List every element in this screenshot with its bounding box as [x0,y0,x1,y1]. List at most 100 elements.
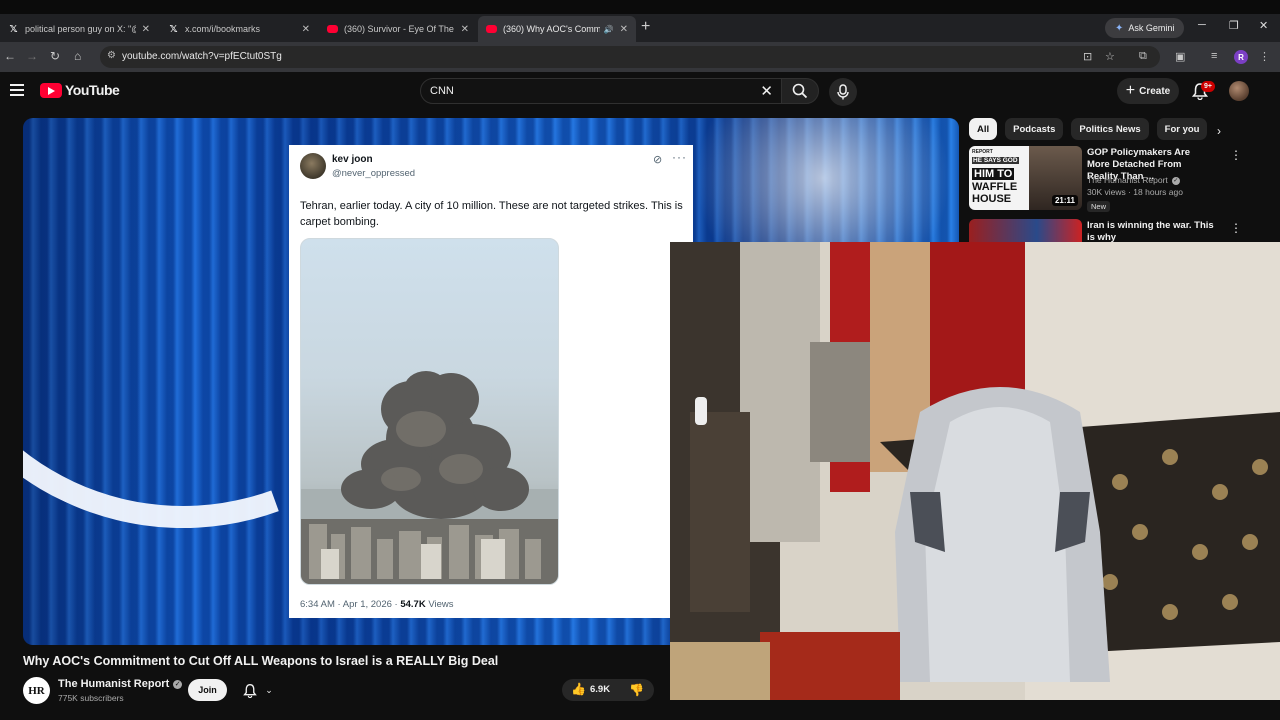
new-badge: New [1087,201,1111,212]
reading-list-icon[interactable]: ≡ [1211,50,1217,62]
voice-search-button[interactable] [829,78,857,106]
tab-title: x.com/i/bookmarks [185,24,261,34]
recommendation-item[interactable]: Iran is winning the war. This is why ⋮ [969,219,1259,242]
thumbnail-text-2: HIM TO [972,168,1015,180]
browser-tab-4[interactable]: (360) Why AOC's Commitm 🔊 ✕ [478,16,636,42]
menu-icon[interactable] [10,84,24,96]
reload-icon[interactable]: ↻ [50,49,60,63]
omnibox[interactable]: ⚙ youtube.com/watch?v=pfECtut0STg [100,46,1160,68]
tweet-card: kev joon @never_oppressed ⊘ ··· Tehran, … [289,145,693,618]
more-vert-icon[interactable]: ⋮ [1230,148,1242,162]
subscription-bell-button[interactable]: ⌄ [234,679,282,701]
more-icon: ··· [672,150,687,164]
tweet-author-name: kev joon [332,154,373,165]
verified-icon: ✓ [1171,176,1180,185]
tweet-meta: 6:34 AM · Apr 1, 2026 · 54.7K Views [300,599,454,610]
channel-name-row[interactable]: The Humanist Report ✓ [58,678,183,690]
filter-chips: All Podcasts Politics News For you [969,118,1215,140]
browser-profile-avatar[interactable]: R [1234,50,1248,64]
tab-title: (360) Survivor - Eye Of The Tig [344,24,455,34]
close-icon[interactable]: ✕ [461,24,469,35]
thumbnail-text-4: HOUSE [972,193,1012,205]
create-button[interactable]: + Create [1117,78,1179,104]
x-icon: 𝕏 [9,23,18,35]
like-dislike-group: 👍 6.9K 👎 [562,679,654,701]
site-info-icon[interactable]: ⚙ [107,50,116,61]
tab-title: (360) Why AOC's Commitm [503,24,600,34]
tweet-avatar [300,153,326,179]
gemini-icon: ✦ [1115,22,1124,34]
maximize-icon[interactable]: ❐ [1229,19,1239,32]
thumbnail-text-3: WAFFLE [972,181,1018,193]
chip-for-you[interactable]: For you [1156,118,1208,140]
close-icon[interactable]: ✕ [142,24,150,35]
chip-all[interactable]: All [969,118,998,140]
chevron-right-icon[interactable]: › [1217,124,1221,138]
search-icon [792,83,808,99]
channel-name[interactable]: The Humanist Report [58,678,169,690]
recommendation-channel-row: The Humanist Report ✓ [1087,175,1180,185]
search-input[interactable]: CNN ✕ [420,78,782,104]
ask-gemini-label: Ask Gemini [1128,23,1175,33]
youtube-logo[interactable]: YouTube [40,82,120,98]
channel-avatar[interactable]: HR [23,677,50,704]
recommendation-thumbnail[interactable]: REPORT HE SAYS GOD HIM TO WAFFLE HOUSE 2… [969,146,1082,210]
search-query[interactable]: CNN [430,85,454,97]
notifications-badge: 9+ [1201,81,1215,92]
dislike-icon[interactable]: 👎 [629,683,644,697]
tweet-views-count: 54.7K [400,599,426,610]
thumbnail-tag: REPORT [972,149,993,155]
bookmark-star-icon[interactable]: ☆ [1105,50,1115,63]
recommendation-thumbnail[interactable] [969,219,1082,242]
create-label: Create [1139,85,1171,97]
like-icon[interactable]: 👍 [571,682,586,696]
recommendation-channel[interactable]: The Humanist Report [1087,175,1168,185]
chip-politics-news[interactable]: Politics News [1071,118,1149,140]
like-count[interactable]: 6.9K [590,684,610,695]
youtube-icon [486,25,497,33]
tweet-photo [300,238,559,585]
verified-icon: ✓ [173,679,183,689]
url-text[interactable]: youtube.com/watch?v=pfECtut0STg [122,51,282,62]
grok-icon: ⊘ [653,154,663,166]
speaker-icon[interactable]: 🔊 [604,25,614,34]
youtube-header: YouTube CNN ✕ + Create 9+ [0,72,1280,112]
plus-icon: + [1125,82,1136,99]
chevron-down-icon: ⌄ [265,684,273,695]
tweet-text: Tehran, earlier today. A city of 10 mill… [300,200,683,228]
chip-podcasts[interactable]: Podcasts [1005,118,1064,140]
address-bar-row: ← → ↻ ⌂ ⚙ youtube.com/watch?v=pfECtut0ST… [0,42,1280,72]
subscriber-count: 775K subscribers [58,693,124,703]
recommendation-title[interactable]: Iran is winning the war. This is why [1087,220,1215,242]
account-avatar[interactable] [1229,81,1249,101]
close-icon[interactable]: ✕ [302,24,310,35]
side-panel-icon[interactable]: ▣ [1175,50,1185,63]
back-icon[interactable]: ← [4,49,16,63]
forward-icon[interactable]: → [26,49,38,63]
video-title: Why AOC's Commitment to Cut Off ALL Weap… [23,654,499,668]
ask-gemini-button[interactable]: ✦ Ask Gemini [1105,18,1185,38]
bell-icon [243,683,258,698]
extensions-icon[interactable]: ⧉ [1139,50,1147,63]
browser-menu-icon[interactable]: ⋮ [1259,50,1270,63]
new-tab-button[interactable]: + [641,18,650,36]
video-duration: 21:11 [1051,195,1078,206]
home-icon[interactable]: ⌂ [74,49,81,63]
install-app-icon[interactable]: ⊡ [1083,50,1092,63]
search-button[interactable] [781,78,819,104]
tweet-author-handle: @never_oppressed [332,168,416,179]
more-vert-icon[interactable]: ⋮ [1230,221,1242,235]
webcam-room-scene [670,242,1280,700]
webcam-overlay [670,242,1280,700]
browser-tab-3[interactable]: (360) Survivor - Eye Of The Tig ✕ [319,16,477,42]
minimize-icon[interactable]: ─ [1198,19,1206,31]
youtube-wordmark: YouTube [65,82,120,98]
join-button[interactable]: Join [188,679,227,701]
tab-title: political person guy on X: "@no [25,24,136,34]
browser-tab-2[interactable]: 𝕏 x.com/i/bookmarks ✕ [160,16,318,42]
window-close-icon[interactable]: ✕ [1259,19,1268,32]
clear-search-icon[interactable]: ✕ [760,82,773,100]
recommendation-meta: 30K views · 18 hours ago [1087,187,1183,197]
browser-tab-1[interactable]: 𝕏 political person guy on X: "@no ✕ [0,16,158,42]
close-icon[interactable]: ✕ [620,24,628,35]
